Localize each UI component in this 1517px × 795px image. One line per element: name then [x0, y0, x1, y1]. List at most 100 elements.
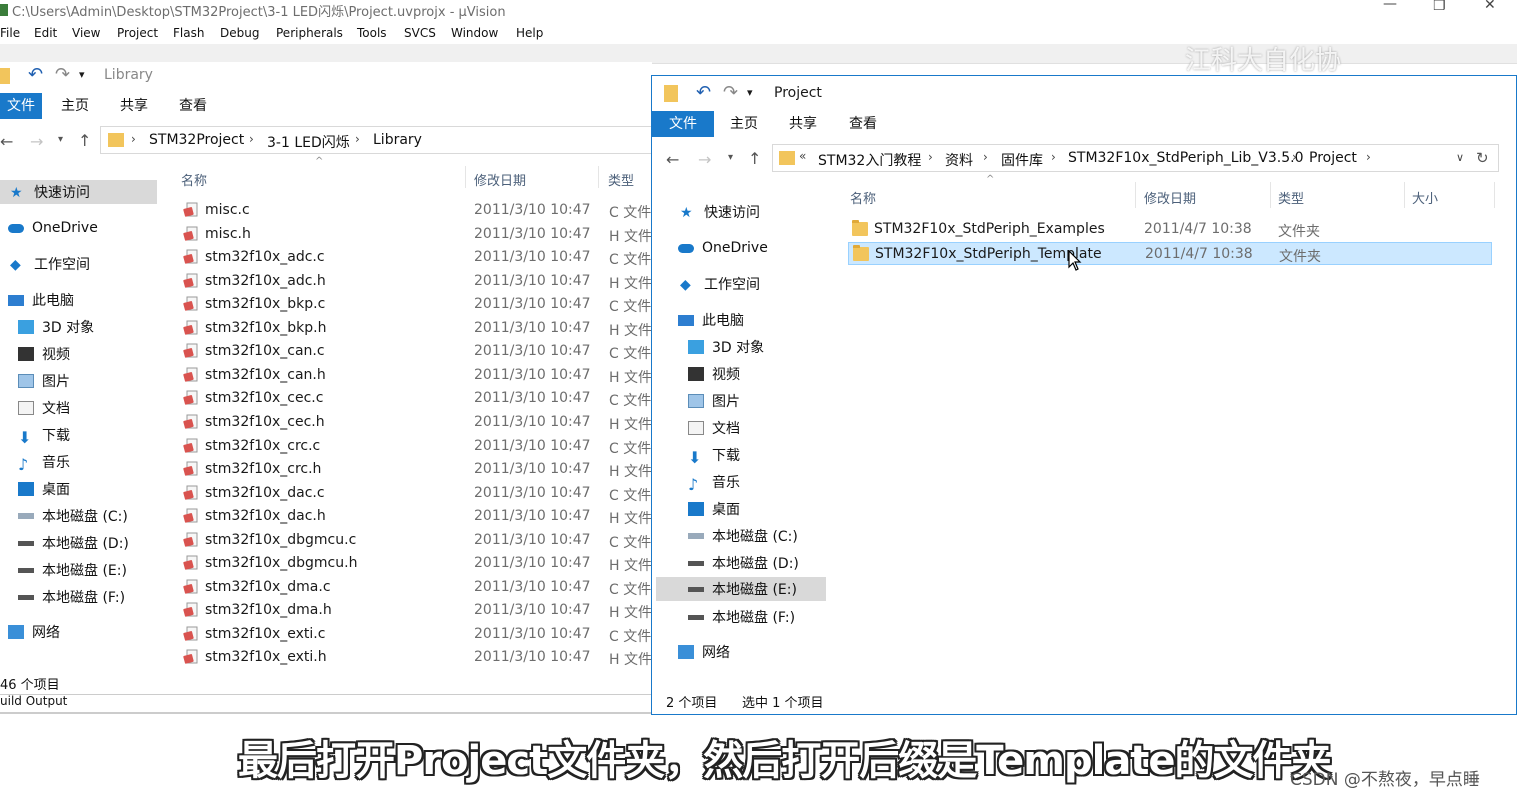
menu-help[interactable]: Help	[516, 26, 543, 40]
column-header-date[interactable]: 修改日期	[1144, 188, 1196, 207]
minimize-icon[interactable]: —	[1383, 0, 1397, 12]
table-row[interactable]: stm32f10x_bkp.c 2011/3/10 10:47 C 文件	[160, 293, 652, 316]
address-bar[interactable]: « STM32入门教程 › 资料 › 固件库 › STM32F10x_StdPe…	[772, 144, 1499, 172]
nav-videos[interactable]: 视频	[18, 342, 70, 366]
nav-3d-objects[interactable]: 3D 对象	[18, 315, 94, 339]
menu-tools[interactable]: Tools	[357, 26, 387, 40]
nav-3d-objects[interactable]: 3D 对象	[688, 335, 764, 359]
breadcrumb-item[interactable]: Project	[1309, 150, 1357, 166]
nav-disk-f[interactable]: 本地磁盘 (F:)	[688, 605, 795, 629]
table-row[interactable]: stm32f10x_cec.c 2011/3/10 10:47 C 文件	[160, 387, 652, 410]
table-row[interactable]: stm32f10x_adc.c 2011/3/10 10:47 C 文件	[160, 246, 652, 269]
recent-dropdown-icon[interactable]: ▾	[58, 134, 63, 145]
menu-flash[interactable]: Flash	[173, 26, 204, 40]
up-icon[interactable]: ↑	[748, 149, 761, 168]
undo-icon[interactable]: ↶	[28, 64, 43, 85]
tab-home[interactable]: 主页	[724, 111, 764, 137]
nav-downloads[interactable]: ⬇ 下载	[18, 423, 70, 447]
nav-disk-f[interactable]: 本地磁盘 (F:)	[18, 585, 125, 609]
nav-quick-access[interactable]: ★ 快速访问	[680, 200, 760, 224]
breadcrumb-item[interactable]: 固件库	[1001, 150, 1043, 170]
menu-view[interactable]: View	[72, 26, 100, 40]
back-icon[interactable]: ←	[666, 150, 679, 169]
menu-peripherals[interactable]: Peripherals	[276, 26, 343, 40]
forward-icon[interactable]: →	[30, 132, 43, 151]
column-header-date[interactable]: 修改日期	[474, 170, 526, 189]
nav-workspace[interactable]: ◆ 工作空间	[10, 252, 90, 276]
breadcrumb-item[interactable]: 资料	[945, 150, 973, 170]
menu-project[interactable]: Project	[117, 26, 158, 40]
back-icon[interactable]: ←	[0, 132, 13, 151]
breadcrumb-item[interactable]: 3-1 LED闪烁	[267, 132, 350, 152]
table-row[interactable]: stm32f10x_exti.h 2011/3/10 10:47 H 文件	[160, 646, 652, 669]
breadcrumb-item[interactable]: STM32入门教程	[818, 150, 921, 170]
close-icon[interactable]: ✕	[1484, 0, 1496, 13]
qat-dropdown-icon[interactable]: ▾	[747, 86, 753, 99]
nav-documents[interactable]: 文档	[688, 416, 740, 440]
nav-disk-d[interactable]: 本地磁盘 (D:)	[688, 551, 799, 575]
column-header-name[interactable]: 名称	[850, 188, 876, 207]
table-row[interactable]: STM32F10x_StdPeriph_Examples 2011/4/7 10:…	[848, 218, 1492, 241]
breadcrumb-item[interactable]: Library	[373, 132, 422, 148]
table-row[interactable]: misc.h 2011/3/10 10:47 H 文件	[160, 223, 652, 246]
nav-downloads[interactable]: ⬇ 下载	[688, 443, 740, 467]
table-row[interactable]: misc.c 2011/3/10 10:47 C 文件	[160, 199, 652, 222]
redo-icon[interactable]: ↷	[723, 82, 738, 103]
column-header-type[interactable]: 类型	[608, 170, 634, 189]
table-row[interactable]: stm32f10x_bkp.h 2011/3/10 10:47 H 文件	[160, 317, 652, 340]
table-row[interactable]: stm32f10x_crc.h 2011/3/10 10:47 H 文件	[160, 458, 652, 481]
table-row[interactable]: stm32f10x_dbgmcu.c 2011/3/10 10:47 C 文件	[160, 529, 652, 552]
table-row[interactable]: stm32f10x_dbgmcu.h 2011/3/10 10:47 H 文件	[160, 552, 652, 575]
restore-icon[interactable]: ❐	[1433, 0, 1446, 14]
table-row[interactable]: STM32F10x_StdPeriph_Template 2011/4/7 10:…	[848, 242, 1492, 265]
nav-onedrive[interactable]: OneDrive	[8, 216, 98, 240]
column-header-type[interactable]: 类型	[1278, 188, 1304, 207]
tab-share[interactable]: 共享	[114, 93, 154, 119]
nav-quick-access[interactable]: ★ 快速访问	[0, 180, 157, 204]
nav-network[interactable]: 网络	[8, 620, 60, 644]
table-row[interactable]: stm32f10x_can.h 2011/3/10 10:47 H 文件	[160, 364, 652, 387]
qat-dropdown-icon[interactable]: ▾	[79, 68, 85, 81]
nav-desktop[interactable]: 桌面	[18, 477, 70, 501]
undo-icon[interactable]: ↶	[696, 82, 711, 103]
table-row[interactable]: stm32f10x_exti.c 2011/3/10 10:47 C 文件	[160, 623, 652, 646]
up-icon[interactable]: ↑	[78, 131, 91, 150]
address-dropdown-icon[interactable]: ∨	[1456, 151, 1464, 164]
breadcrumb-item[interactable]: STM32Project	[149, 132, 244, 148]
nav-documents[interactable]: 文档	[18, 396, 70, 420]
table-row[interactable]: stm32f10x_dma.c 2011/3/10 10:47 C 文件	[160, 576, 652, 599]
tab-view[interactable]: 查看	[173, 93, 213, 119]
table-row[interactable]: stm32f10x_can.c 2011/3/10 10:47 C 文件	[160, 340, 652, 363]
nav-music[interactable]: ♪ 音乐	[18, 450, 70, 474]
table-row[interactable]: stm32f10x_dac.h 2011/3/10 10:47 H 文件	[160, 505, 652, 528]
column-header-size[interactable]: 大小	[1412, 188, 1438, 207]
nav-disk-e[interactable]: 本地磁盘 (E:)	[18, 558, 127, 582]
nav-desktop[interactable]: 桌面	[688, 497, 740, 521]
menu-svcs[interactable]: SVCS	[404, 26, 436, 40]
nav-onedrive[interactable]: OneDrive	[678, 236, 768, 260]
table-row[interactable]: stm32f10x_dma.h 2011/3/10 10:47 H 文件	[160, 599, 652, 622]
nav-pictures[interactable]: 图片	[18, 369, 70, 393]
nav-disk-c[interactable]: 本地磁盘 (C:)	[688, 524, 798, 548]
table-row[interactable]: stm32f10x_adc.h 2011/3/10 10:47 H 文件	[160, 270, 652, 293]
nav-music[interactable]: ♪ 音乐	[688, 470, 740, 494]
table-row[interactable]: stm32f10x_dac.c 2011/3/10 10:47 C 文件	[160, 482, 652, 505]
tab-file[interactable]: 文件	[0, 93, 42, 119]
forward-icon[interactable]: →	[698, 150, 711, 169]
column-header-name[interactable]: 名称	[181, 170, 207, 189]
redo-icon[interactable]: ↷	[55, 64, 70, 85]
menu-file[interactable]: File	[0, 26, 20, 40]
tab-view[interactable]: 查看	[843, 111, 883, 137]
menu-window[interactable]: Window	[451, 26, 498, 40]
menu-debug[interactable]: Debug	[220, 26, 259, 40]
tab-share[interactable]: 共享	[783, 111, 823, 137]
nav-videos[interactable]: 视频	[688, 362, 740, 386]
nav-network[interactable]: 网络	[678, 640, 730, 664]
tab-file[interactable]: 文件	[652, 111, 714, 137]
breadcrumb-overflow-icon[interactable]: «	[799, 149, 806, 163]
address-bar[interactable]: › STM32Project › 3-1 LED闪烁 › Library	[100, 126, 660, 154]
table-row[interactable]: stm32f10x_cec.h 2011/3/10 10:47 H 文件	[160, 411, 652, 434]
refresh-icon[interactable]: ↻	[1476, 149, 1489, 167]
nav-pictures[interactable]: 图片	[688, 389, 740, 413]
table-row[interactable]: stm32f10x_crc.c 2011/3/10 10:47 C 文件	[160, 435, 652, 458]
